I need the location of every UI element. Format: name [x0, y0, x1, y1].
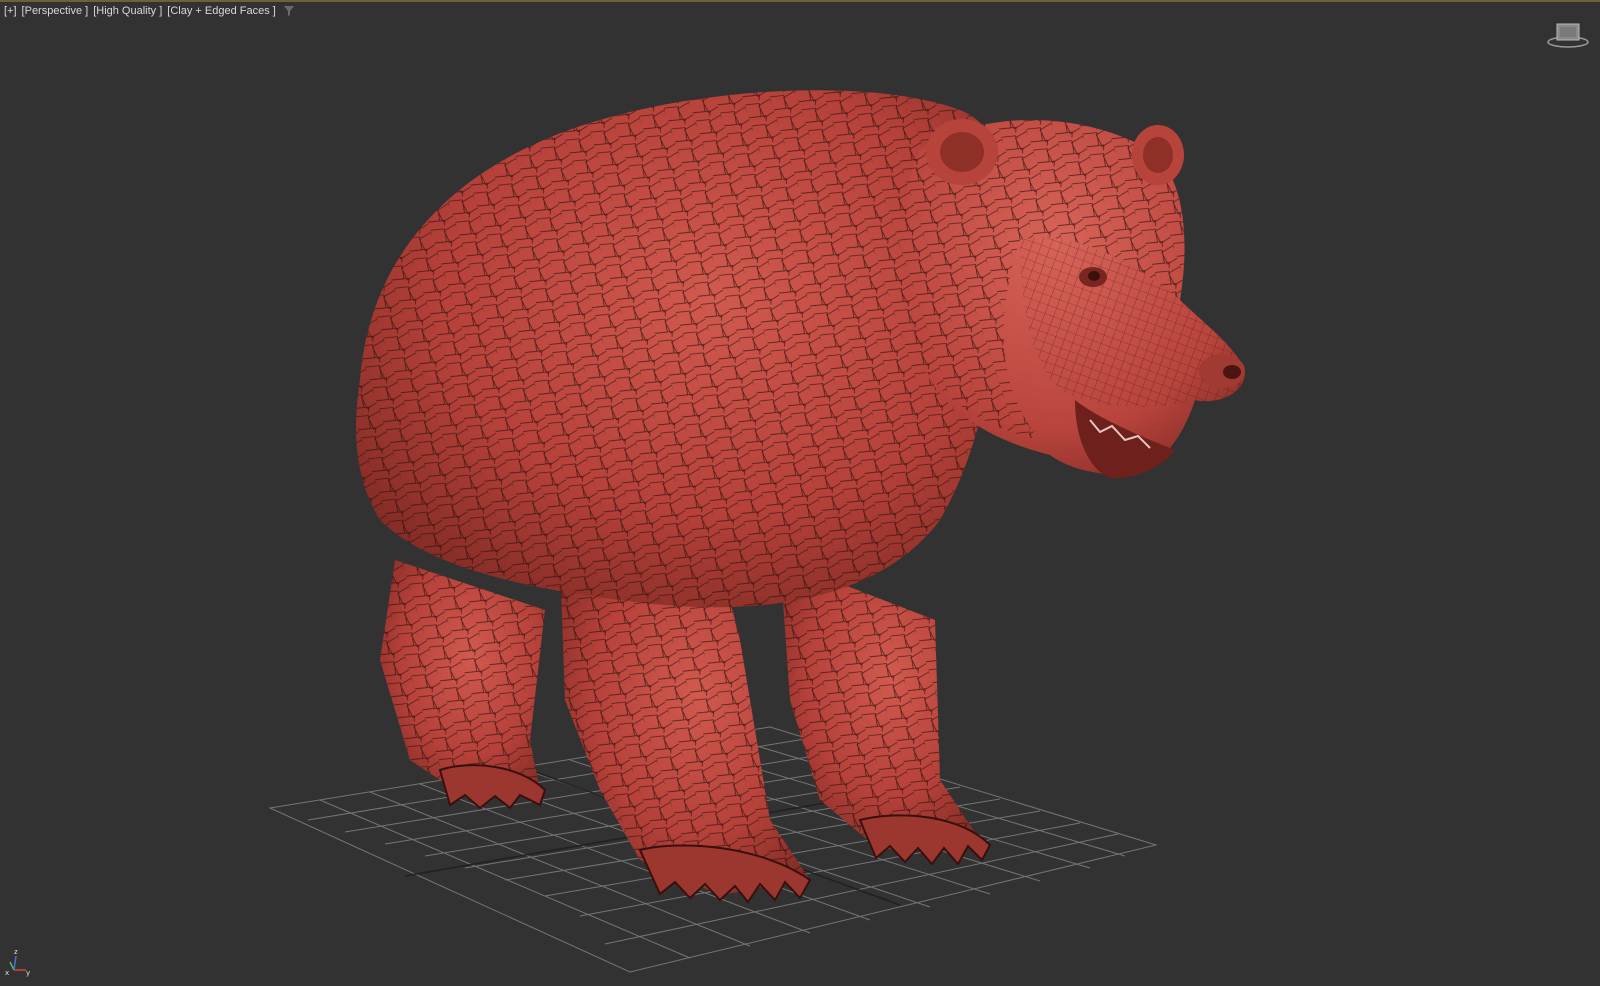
viewport-point-of-view-menu[interactable]: [Perspective ] — [22, 5, 89, 17]
perspective-viewport[interactable]: [+] [Perspective ] [High Quality ] [Clay… — [0, 0, 1600, 986]
viewport-general-menu[interactable]: [+] — [4, 5, 17, 17]
axis-label-z: z — [14, 948, 18, 956]
filter-funnel-icon[interactable] — [283, 6, 294, 16]
viewport-shading-menu[interactable]: [Clay + Edged Faces ] — [167, 5, 276, 17]
bear-model[interactable] — [356, 90, 1245, 904]
viewport-quality-menu[interactable]: [High Quality ] — [93, 5, 162, 17]
axis-tripod-icon: x y z — [5, 948, 30, 977]
axis-label-x: x — [5, 969, 9, 977]
viewport-label-menu: [+] [Perspective ] [High Quality ] [Clay… — [4, 5, 294, 17]
axis-label-y: y — [26, 969, 30, 977]
scene-canvas[interactable] — [0, 0, 1600, 986]
viewcube-icon[interactable] — [1546, 22, 1590, 50]
